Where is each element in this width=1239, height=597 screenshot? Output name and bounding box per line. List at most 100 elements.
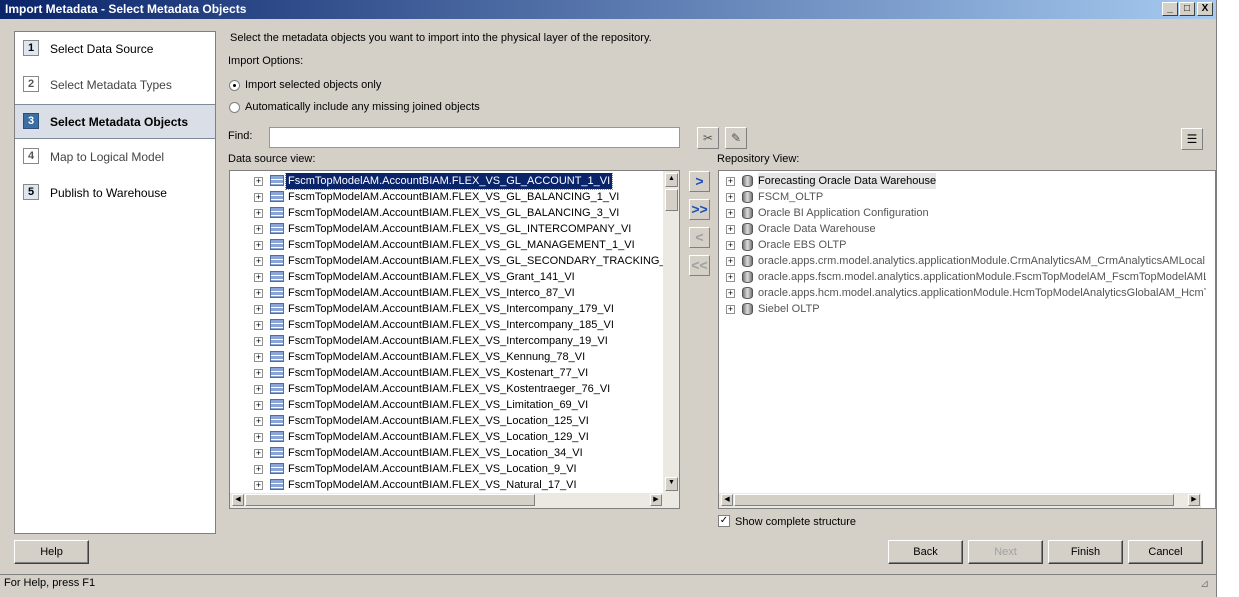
- expand-icon[interactable]: +: [726, 241, 735, 250]
- maximize-button[interactable]: □: [1179, 2, 1195, 16]
- table-icon: [270, 399, 284, 410]
- datasource-tree-rows: + FscmTopModelAM.AccountBIAM.FLEX_VS_GL_A…: [254, 173, 674, 493]
- database-icon: [742, 191, 753, 203]
- remove-selected-button[interactable]: <: [689, 227, 710, 248]
- repository-tree[interactable]: + Forecasting Oracle Data Warehouse + FSCM_…: [718, 170, 1216, 509]
- scroll-thumb[interactable]: [665, 189, 678, 211]
- step-publish-to-warehouse[interactable]: 5 Publish to Warehouse: [15, 176, 215, 211]
- repository-view-label: Repository View:: [717, 153, 800, 165]
- table-icon: [270, 415, 284, 426]
- expand-icon[interactable]: +: [254, 353, 263, 362]
- import-selected-radio[interactable]: [229, 80, 240, 91]
- database-icon: [742, 287, 753, 299]
- find-next-icon[interactable]: ✂: [697, 127, 719, 149]
- add-selected-button[interactable]: >: [689, 171, 710, 192]
- table-icon: [270, 287, 284, 298]
- expand-icon[interactable]: +: [726, 305, 735, 314]
- expand-icon[interactable]: +: [254, 433, 263, 442]
- expand-icon[interactable]: +: [726, 289, 735, 298]
- expand-icon[interactable]: +: [254, 385, 263, 394]
- datasource-item-label: FscmTopModelAM.AccountBIAM.FLEX_VS_Koste…: [288, 367, 589, 379]
- repository-item-label: oracle.apps.crm.model.analytics.applicat…: [758, 255, 1205, 267]
- expand-icon[interactable]: +: [254, 449, 263, 458]
- scroll-down-icon[interactable]: ▼: [665, 477, 678, 491]
- step-label: Select Data Source: [50, 42, 154, 56]
- add-all-button[interactable]: >>: [689, 199, 710, 220]
- import-selected-label: Import selected objects only: [245, 79, 382, 91]
- find-all-icon[interactable]: ✎: [725, 127, 747, 149]
- expand-icon[interactable]: +: [254, 401, 263, 410]
- database-icon: [742, 175, 753, 187]
- expand-icon[interactable]: +: [726, 209, 735, 218]
- datasource-view-label: Data source view:: [228, 153, 316, 165]
- scroll-right-icon[interactable]: ▶: [1188, 494, 1200, 506]
- step-map-to-logical-model[interactable]: 4 Map to Logical Model: [15, 140, 215, 175]
- scroll-thumb[interactable]: [245, 494, 535, 506]
- datasource-item-label: FscmTopModelAM.AccountBIAM.FLEX_VS_Natur…: [288, 479, 577, 491]
- datasource-item-label: FscmTopModelAM.AccountBIAM.FLEX_VS_Locat…: [288, 447, 583, 459]
- step-select-metadata-types[interactable]: 2 Select Metadata Types: [15, 68, 215, 103]
- step-number: 1: [23, 40, 39, 56]
- cancel-button[interactable]: Cancel: [1128, 540, 1203, 564]
- repository-horizontal-scrollbar[interactable]: ◀ ▶: [719, 493, 1201, 508]
- expand-icon[interactable]: +: [254, 273, 263, 282]
- datasource-item-label: FscmTopModelAM.AccountBIAM.FLEX_VS_GL_AC…: [284, 173, 614, 190]
- expand-icon[interactable]: +: [726, 193, 735, 202]
- datasource-vertical-scrollbar[interactable]: ▲ ▼: [663, 171, 679, 493]
- expand-icon[interactable]: +: [254, 465, 263, 474]
- scroll-left-icon[interactable]: ◀: [232, 494, 244, 506]
- scroll-up-icon[interactable]: ▲: [665, 173, 678, 187]
- expand-icon[interactable]: +: [254, 337, 263, 346]
- expand-icon[interactable]: +: [254, 257, 263, 266]
- expand-icon[interactable]: +: [726, 225, 735, 234]
- datasource-tree[interactable]: + FscmTopModelAM.AccountBIAM.FLEX_VS_GL_A…: [229, 170, 680, 509]
- repository-item-label: Oracle Data Warehouse: [758, 223, 876, 235]
- expand-icon[interactable]: +: [254, 369, 263, 378]
- include-joined-radio[interactable]: [229, 102, 240, 113]
- repository-item-label: oracle.apps.fscm.model.analytics.applica…: [758, 271, 1206, 283]
- resize-grip-icon[interactable]: ⊿: [1200, 577, 1209, 590]
- expand-icon[interactable]: +: [254, 225, 263, 234]
- expand-icon[interactable]: +: [254, 321, 263, 330]
- step-select-metadata-objects[interactable]: 3 Select Metadata Objects: [15, 104, 215, 139]
- properties-icon[interactable]: ☰: [1181, 128, 1203, 150]
- step-select-data-source[interactable]: 1 Select Data Source: [15, 32, 215, 67]
- finish-button[interactable]: Finish: [1048, 540, 1123, 564]
- expand-icon[interactable]: +: [254, 417, 263, 426]
- datasource-item-label: FscmTopModelAM.AccountBIAM.FLEX_VS_Kennu…: [288, 351, 586, 363]
- expand-icon[interactable]: +: [726, 257, 735, 266]
- expand-icon[interactable]: +: [254, 193, 263, 202]
- show-complete-structure-label: Show complete structure: [735, 516, 857, 528]
- next-button[interactable]: Next: [968, 540, 1043, 564]
- expand-icon[interactable]: +: [254, 177, 263, 186]
- remove-all-button[interactable]: <<: [689, 255, 710, 276]
- status-bar: For Help, press F1 ⊿: [0, 574, 1216, 594]
- datasource-item-label: FscmTopModelAM.AccountBIAM.FLEX_VS_GL_BA…: [288, 207, 620, 219]
- scroll-right-icon[interactable]: ▶: [650, 494, 662, 506]
- datasource-item-label: FscmTopModelAM.AccountBIAM.FLEX_VS_Inter…: [288, 335, 608, 347]
- expand-icon[interactable]: +: [254, 209, 263, 218]
- database-icon: [742, 239, 753, 251]
- expand-icon[interactable]: +: [254, 305, 263, 314]
- close-button[interactable]: X: [1197, 2, 1213, 16]
- table-icon: [270, 383, 284, 394]
- expand-icon[interactable]: +: [254, 481, 263, 490]
- datasource-item-label: FscmTopModelAM.AccountBIAM.FLEX_VS_Locat…: [288, 463, 577, 475]
- expand-icon[interactable]: +: [254, 241, 263, 250]
- datasource-item-label: FscmTopModelAM.AccountBIAM.FLEX_VS_Inter…: [288, 287, 575, 299]
- datasource-horizontal-scrollbar[interactable]: ◀ ▶: [230, 493, 679, 508]
- find-input[interactable]: [269, 127, 680, 148]
- repository-item-label: Oracle BI Application Configuration: [758, 207, 929, 219]
- expand-icon[interactable]: +: [726, 273, 735, 282]
- minimize-button[interactable]: _: [1162, 2, 1178, 16]
- scroll-left-icon[interactable]: ◀: [721, 494, 733, 506]
- help-button[interactable]: Help: [14, 540, 89, 564]
- repository-tree-rows: + Forecasting Oracle Data Warehouse + FSCM_…: [726, 173, 1206, 493]
- scroll-thumb[interactable]: [734, 494, 1174, 506]
- step-number: 3: [23, 113, 39, 129]
- datasource-item-label: FscmTopModelAM.AccountBIAM.FLEX_VS_GL_MA…: [288, 239, 635, 251]
- expand-icon[interactable]: +: [726, 177, 735, 186]
- show-complete-structure-checkbox[interactable]: ✓: [718, 515, 730, 527]
- back-button[interactable]: Back: [888, 540, 963, 564]
- expand-icon[interactable]: +: [254, 289, 263, 298]
